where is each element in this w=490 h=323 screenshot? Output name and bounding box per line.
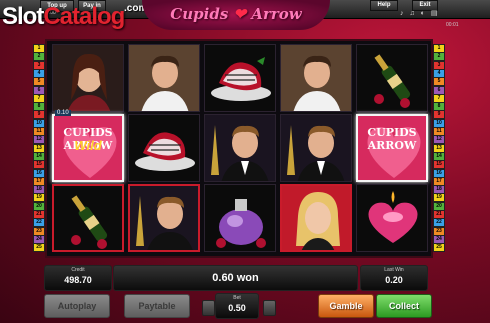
payline-number: 25 xyxy=(33,243,45,253)
clock-time: 00:01 xyxy=(446,22,459,28)
symbol-cupids-arrow-wild: CUPIDS ARROW xyxy=(356,114,428,182)
sound-music-icons[interactable]: ♪ ♫ ◐ ▤ xyxy=(400,9,439,17)
bet-value: 0.50 xyxy=(228,303,246,313)
wild-symbol-text: CUPIDS ARROW xyxy=(367,126,417,152)
symbol-heart-candle xyxy=(356,184,428,252)
symbol-champagne-bottle xyxy=(356,44,428,112)
symbol-champagne-bottle xyxy=(52,184,124,252)
bet-panel: Bet 0.50 xyxy=(215,293,259,319)
symbol-perfume-bottle xyxy=(204,184,276,252)
slotcatalog-logo: SlotCatalog xyxy=(2,3,125,30)
symbol-man-eiffel xyxy=(204,114,276,182)
symbol-man-eiffel xyxy=(128,184,200,252)
symbol-cupids-arrow-wild: CUPIDS ARROW Wild xyxy=(52,114,124,182)
game-title: Cupids ❤ Arrow xyxy=(142,0,330,30)
gamble-button[interactable]: Gamble xyxy=(318,294,374,318)
symbol-man-portrait xyxy=(128,44,200,112)
symbol-strawberry-plate xyxy=(204,44,276,112)
paytable-button[interactable]: Paytable xyxy=(124,294,190,318)
last-win-label: Last Win xyxy=(384,267,404,273)
line-win-badge: 0.10 xyxy=(55,110,71,116)
credit-panel: Credit 498.70 xyxy=(44,265,112,291)
symbol-strawberry-plate xyxy=(128,114,200,182)
credit-label: Credit xyxy=(71,267,85,273)
symbol-man-portrait xyxy=(280,44,352,112)
last-win-panel: Last Win 0.20 xyxy=(360,265,428,291)
bet-increase-button[interactable] xyxy=(263,300,276,316)
wild-overlay-text: Wild xyxy=(74,138,102,153)
collect-button[interactable]: Collect xyxy=(376,294,432,318)
reel-grid: CUPIDS ARROW Wild CUPIDS ARROW xyxy=(45,39,433,258)
symbol-woman-blonde xyxy=(280,184,352,252)
autoplay-button[interactable]: Autoplay xyxy=(44,294,110,318)
bet-decrease-button[interactable] xyxy=(202,300,215,316)
symbol-woman-portrait xyxy=(52,44,124,112)
bet-label: Bet xyxy=(233,295,241,301)
payline-number: 25 xyxy=(433,243,445,253)
symbol-man-eiffel xyxy=(280,114,352,182)
credit-value: 498.70 xyxy=(64,275,92,285)
won-display: 0.60 won xyxy=(113,265,358,291)
help-button[interactable]: Help xyxy=(370,0,398,11)
last-win-value: 0.20 xyxy=(385,275,403,285)
